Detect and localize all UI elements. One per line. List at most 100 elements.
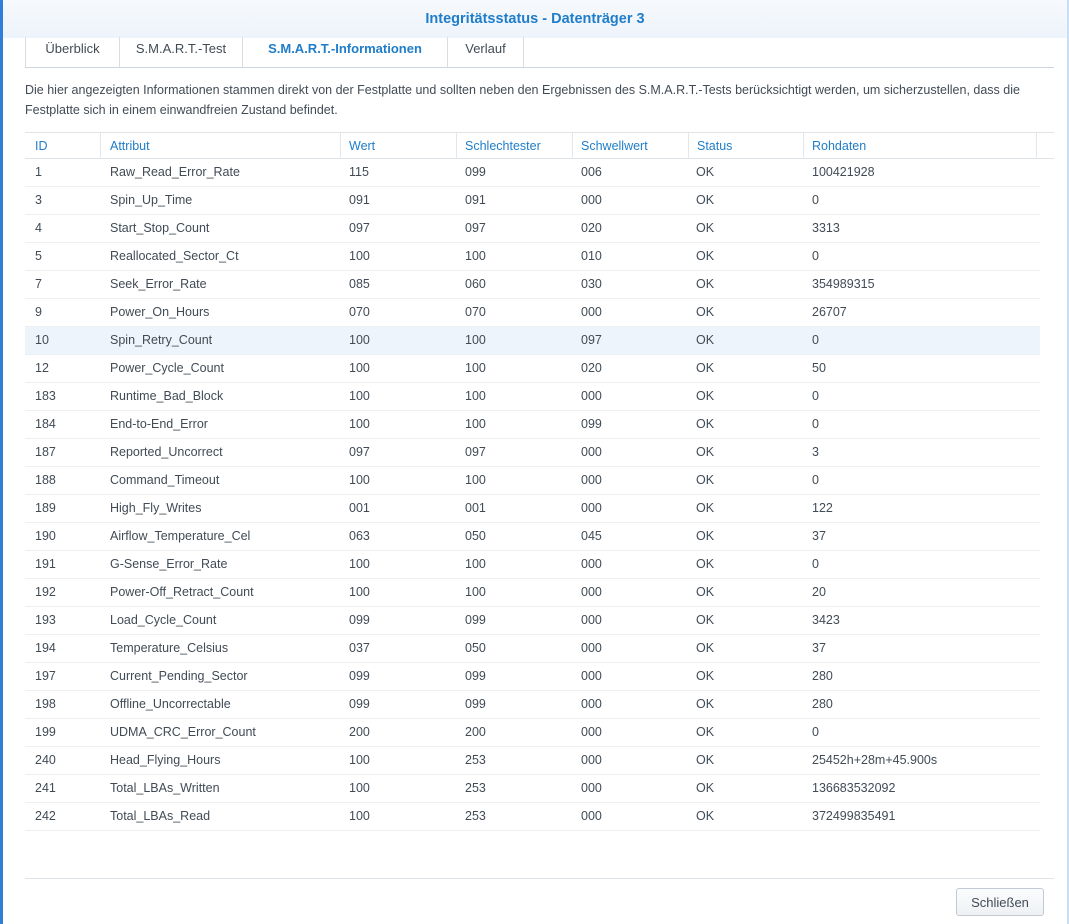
table-row[interactable]: 187 Reported_Uncorrect 097 097 000 OK 3 <box>25 439 1040 467</box>
table-row[interactable]: 10 Spin_Retry_Count 100 100 097 OK 0 <box>25 327 1040 355</box>
table-row[interactable]: 5 Reallocated_Sector_Ct 100 100 010 OK 0 <box>25 243 1040 271</box>
cell-threshold: 000 <box>581 389 602 403</box>
cell-raw-data: 0 <box>812 249 819 263</box>
table-row[interactable]: 188 Command_Timeout 100 100 000 OK 0 <box>25 467 1040 495</box>
cell-status: OK <box>696 809 715 823</box>
column-header-attribute[interactable]: Attribut <box>101 133 341 159</box>
cell-worst: 097 <box>465 445 486 459</box>
cell-id: 12 <box>35 361 49 375</box>
close-button[interactable]: Schließen <box>956 888 1044 916</box>
table-row[interactable]: 194 Temperature_Celsius 037 050 000 OK 37 <box>25 635 1040 663</box>
table-row[interactable]: 242 Total_LBAs_Read 100 253 000 OK 37249983549… <box>25 803 1040 831</box>
cell-status: OK <box>696 669 715 683</box>
cell-status: OK <box>696 781 715 795</box>
cell-raw-data: 0 <box>812 417 819 431</box>
table-row[interactable]: 190 Airflow_Temperature_Cel 063 050 045 OK 37 <box>25 523 1040 551</box>
table-row[interactable]: 183 Runtime_Bad_Block 100 100 000 OK 0 <box>25 383 1040 411</box>
column-header-worst[interactable]: Schlechtester <box>457 133 573 159</box>
table-row[interactable]: 241 Total_LBAs_Written 100 253 000 OK 13668353… <box>25 775 1040 803</box>
column-header-raw-data[interactable]: Rohdaten <box>804 133 1037 159</box>
table-row[interactable]: 197 Current_Pending_Sector 099 099 000 OK 280 <box>25 663 1040 691</box>
cell-raw-data: 354989315 <box>812 277 875 291</box>
cell-raw-data: 37 <box>812 641 826 655</box>
cell-threshold: 020 <box>581 221 602 235</box>
table-row[interactable]: 189 High_Fly_Writes 001 001 000 OK 122 <box>25 495 1040 523</box>
column-header-value[interactable]: Wert <box>341 133 457 159</box>
tab-history[interactable]: Verlauf <box>448 37 524 67</box>
cell-threshold: 000 <box>581 641 602 655</box>
tab-overview[interactable]: Überblick <box>25 37 120 67</box>
cell-value: 100 <box>349 389 370 403</box>
table-row[interactable]: 3 Spin_Up_Time 091 091 000 OK 0 <box>25 187 1040 215</box>
cell-raw-data: 122 <box>812 501 833 515</box>
cell-threshold: 000 <box>581 781 602 795</box>
description-text: Die hier angezeigten Informationen stamm… <box>25 83 1020 117</box>
table-row[interactable]: 4 Start_Stop_Count 097 097 020 OK 3313 <box>25 215 1040 243</box>
cell-value: 100 <box>349 557 370 571</box>
cell-attribute: Load_Cycle_Count <box>110 613 217 627</box>
cell-attribute: Start_Stop_Count <box>110 221 210 235</box>
cell-status: OK <box>696 641 715 655</box>
cell-threshold: 000 <box>581 809 602 823</box>
cell-raw-data: 0 <box>812 725 819 739</box>
cell-worst: 099 <box>465 669 486 683</box>
table-row[interactable]: 199 UDMA_CRC_Error_Count 200 200 000 OK 0 <box>25 719 1040 747</box>
cell-status: OK <box>696 557 715 571</box>
cell-id: 198 <box>35 697 56 711</box>
cell-id: 3 <box>35 193 42 207</box>
table-row[interactable]: 240 Head_Flying_Hours 100 253 000 OK 25452h+28… <box>25 747 1040 775</box>
cell-worst: 253 <box>465 781 486 795</box>
cell-attribute: G-Sense_Error_Rate <box>110 557 228 571</box>
cell-value: 099 <box>349 697 370 711</box>
cell-attribute: Runtime_Bad_Block <box>110 389 224 403</box>
table-row[interactable]: 193 Load_Cycle_Count 099 099 000 OK 3423 <box>25 607 1040 635</box>
cell-value: 115 <box>349 165 369 179</box>
cell-status: OK <box>696 249 715 263</box>
cell-status: OK <box>696 501 715 515</box>
cell-attribute: End-to-End_Error <box>110 417 208 431</box>
cell-threshold: 030 <box>581 277 602 291</box>
cell-id: 187 <box>35 445 56 459</box>
cell-raw-data: 3 <box>812 445 819 459</box>
cell-id: 7 <box>35 277 42 291</box>
column-header-status[interactable]: Status <box>689 133 804 159</box>
cell-raw-data: 37 <box>812 529 826 543</box>
table-row[interactable]: 12 Power_Cycle_Count 100 100 020 OK 50 <box>25 355 1040 383</box>
table-row[interactable]: 1 Raw_Read_Error_Rate 115 099 006 OK 100421928 <box>25 159 1040 187</box>
table-row[interactable]: 198 Offline_Uncorrectable 099 099 000 OK 280 <box>25 691 1040 719</box>
cell-value: 100 <box>349 361 370 375</box>
cell-status: OK <box>696 361 715 375</box>
cell-id: 193 <box>35 613 56 627</box>
column-header-id[interactable]: ID <box>25 133 101 159</box>
cell-threshold: 010 <box>581 249 602 263</box>
table-body: 1 Raw_Read_Error_Rate 115 099 006 OK 100421928… <box>25 159 1054 831</box>
column-header-threshold[interactable]: Schwellwert <box>573 133 689 159</box>
cell-value: 063 <box>349 529 370 543</box>
title-bar[interactable]: Integritätsstatus - Datenträger 3 <box>3 0 1067 38</box>
cell-raw-data: 280 <box>812 697 833 711</box>
cell-attribute: Total_LBAs_Written <box>110 781 220 795</box>
cell-worst: 050 <box>465 529 486 543</box>
table-row[interactable]: 9 Power_On_Hours 070 070 000 OK 26707 <box>25 299 1040 327</box>
table-row[interactable]: 191 G-Sense_Error_Rate 100 100 000 OK 0 <box>25 551 1040 579</box>
cell-id: 192 <box>35 585 56 599</box>
footer-divider <box>25 878 1054 879</box>
cell-attribute: Head_Flying_Hours <box>110 753 221 767</box>
table-row[interactable]: 192 Power-Off_Retract_Count 100 100 000 OK 20 <box>25 579 1040 607</box>
cell-value: 097 <box>349 221 370 235</box>
cell-threshold: 000 <box>581 473 602 487</box>
cell-value: 100 <box>349 753 370 767</box>
table-row[interactable]: 184 End-to-End_Error 100 100 099 OK 0 <box>25 411 1040 439</box>
table-row[interactable]: 7 Seek_Error_Rate 085 060 030 OK 354989315 <box>25 271 1040 299</box>
cell-threshold: 000 <box>581 193 602 207</box>
cell-attribute: Command_Timeout <box>110 473 220 487</box>
tab-smart-test[interactable]: S.M.A.R.T.-Test <box>120 37 243 67</box>
cell-status: OK <box>696 193 715 207</box>
cell-raw-data: 0 <box>812 193 819 207</box>
cell-status: OK <box>696 417 715 431</box>
tab-smart-info[interactable]: S.M.A.R.T.-Informationen <box>243 37 448 67</box>
cell-raw-data: 280 <box>812 669 833 683</box>
cell-worst: 001 <box>465 501 486 515</box>
cell-value: 097 <box>349 445 370 459</box>
cell-value: 100 <box>349 333 370 347</box>
